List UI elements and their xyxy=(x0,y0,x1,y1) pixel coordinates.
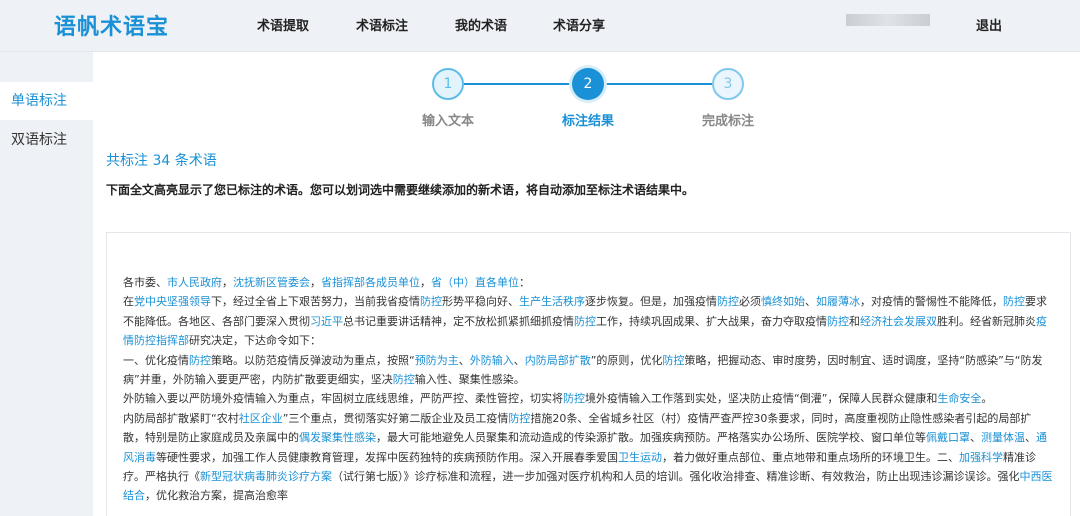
doc-text: ： xyxy=(519,276,530,289)
nav-my-terms[interactable]: 我的术语 xyxy=(455,15,507,34)
highlighted-term[interactable]: 测量体温 xyxy=(981,431,1025,444)
user-name-redacted xyxy=(846,14,930,26)
highlighted-term[interactable]: 党中央坚强领导 xyxy=(134,295,211,308)
sidebar-item-monolingual[interactable]: 单语标注 xyxy=(0,82,93,120)
doc-text: 外防输入要以严防境外疫情输入为重点，牢固树立底线思维，严防严控、柔性管控，切实将 xyxy=(123,392,563,406)
doc-text: ， xyxy=(420,276,431,289)
doc-text: ，优化救治方案，提高治愈率 xyxy=(145,489,288,503)
nav-term-annotation[interactable]: 术语标注 xyxy=(356,15,408,34)
step-connector-2 xyxy=(604,83,712,85)
doc-text: ，着力做好重点部位、重点地带和重点场所的环境卫生。二、 xyxy=(662,450,959,464)
doc-text: ”三个重点，贯彻落实好第二版企业及员工疫情 xyxy=(282,411,509,425)
highlighted-term[interactable]: 社区企业 xyxy=(239,412,283,425)
doc-text: 工作，持续巩固成果、扩大战果，奋力夺取疫情 xyxy=(596,314,827,328)
step-2-label: 标注结果 xyxy=(561,114,614,129)
doc-text: 和 xyxy=(849,314,860,328)
highlighted-term[interactable]: 新型冠状病毒肺炎诊疗方案 xyxy=(200,470,332,483)
top-navigation-bar: 语帆术语宝 术语提取 术语标注 我的术语 术语分享 退出 xyxy=(0,0,1080,52)
doc-paragraph: 内防局部扩散紧盯“农村社区企业”三个重点，贯彻落实好第二版企业及员工疫情防控措施… xyxy=(123,409,1053,506)
doc-text: 下，经过全省上下艰苦努力，当前我省疫情 xyxy=(211,295,420,309)
highlighted-term[interactable]: 省指挥部各成员单位 xyxy=(321,276,420,289)
annotated-document[interactable]: 各市委、市人民政府，沈抚新区管委会，省指挥部各成员单位，省（中）直各单位： 在党中… xyxy=(123,273,1053,506)
highlighted-term[interactable]: 卫生运动 xyxy=(618,451,662,464)
highlighted-term[interactable]: 生产生活秩序 xyxy=(519,295,585,308)
step-connector-1 xyxy=(464,83,572,85)
highlighted-term[interactable]: 防控 xyxy=(393,373,415,386)
doc-text: 、 xyxy=(805,295,816,309)
doc-text: ，最大可能地避免人员聚集和流动造成的传染源扩散。加强疾病预防。严格落实办公场所、… xyxy=(376,431,926,445)
doc-text: 总书记重要讲话精神，定不放松抓紧抓细抓疫情 xyxy=(343,314,574,328)
highlighted-term[interactable]: 省（中）直各单位 xyxy=(431,276,519,289)
highlighted-term[interactable]: 如履薄冰 xyxy=(816,295,860,308)
doc-paragraph: 一、优化疫情防控策略。以防范疫情反弹波动为重点，按照“预防为主、外防输入、内防局… xyxy=(123,351,1053,390)
highlighted-term[interactable]: 外防输入 xyxy=(470,354,514,367)
app-logo[interactable]: 语帆术语宝 xyxy=(54,9,169,41)
doc-text: 在 xyxy=(123,295,134,309)
highlighted-term[interactable]: 经济社会发展双 xyxy=(860,315,937,328)
annotated-text-box[interactable]: 各市委、市人民政府，沈抚新区管委会，省指挥部各成员单位，省（中）直各单位： 在党中… xyxy=(106,232,1071,516)
highlighted-term[interactable]: 慎终如始 xyxy=(761,295,805,308)
highlighted-term[interactable]: 防控 xyxy=(508,412,530,425)
highlighted-term[interactable]: 防控 xyxy=(574,315,596,328)
highlighted-term[interactable]: 内防局部扩散 xyxy=(525,354,591,367)
highlighted-term[interactable]: 生命安全 xyxy=(937,392,981,405)
highlighted-term[interactable]: 加强科学 xyxy=(959,451,1003,464)
step-1-label: 输入文本 xyxy=(421,114,474,129)
doc-text: 输入性、聚集性感染。 xyxy=(414,373,525,387)
doc-text: ， xyxy=(310,276,321,289)
highlighted-term[interactable]: 习近平 xyxy=(310,315,343,328)
doc-text: 形势平稳向好、 xyxy=(442,295,519,309)
doc-text: 、 xyxy=(970,431,981,445)
step-3-circle: 3 xyxy=(712,68,744,100)
highlighted-term[interactable]: 预防为主 xyxy=(415,354,459,367)
highlighted-term[interactable]: 防控 xyxy=(420,295,442,308)
doc-text: 内防局部扩散紧盯“农村 xyxy=(123,411,239,425)
doc-text: ， xyxy=(222,276,233,289)
doc-text: 一、优化疫情 xyxy=(123,353,189,367)
doc-paragraph: 各市委、市人民政府，沈抚新区管委会，省指挥部各成员单位，省（中）直各单位： xyxy=(123,273,1053,292)
doc-text: 研究决定，下达命令如下： xyxy=(189,334,321,348)
doc-text: 必须 xyxy=(739,295,761,309)
doc-paragraph: 外防输入要以严防境外疫情输入为重点，牢固树立底线思维，严防严控、柔性管控，切实将… xyxy=(123,389,1053,408)
highlighted-term[interactable]: 防控 xyxy=(563,392,585,405)
highlighted-term[interactable]: 防控 xyxy=(827,315,849,328)
highlighted-term[interactable]: 防控 xyxy=(662,354,684,367)
doc-text: 、 xyxy=(458,353,470,367)
doc-text: 、 xyxy=(1025,431,1036,445)
step-2-circle: 2 xyxy=(572,68,604,100)
highlighted-term[interactable]: 市人民政府 xyxy=(167,276,222,289)
doc-text: 。 xyxy=(981,392,993,406)
nav-term-extraction[interactable]: 术语提取 xyxy=(257,15,309,34)
doc-text: 策略。以防范疫情反弹波动为重点，按照“ xyxy=(211,353,415,367)
doc-text: 、 xyxy=(513,353,525,367)
instruction-text: 下面全文高亮显示了您已标注的术语。您可以划词选中需要继续添加的新术语，将自动添加… xyxy=(106,183,695,197)
doc-text: 境外疫情输入工作落到实处，坚决防止疫情“倒灌”，保障人民群众健康和 xyxy=(585,392,938,406)
doc-text: ，对疫情的警惕性不能降低， xyxy=(860,295,1003,309)
doc-text: 胜利。经省新冠肺炎 xyxy=(937,314,1036,328)
highlighted-term[interactable]: 沈抚新区管委会 xyxy=(233,276,310,289)
highlighted-term[interactable]: 佩戴口罩 xyxy=(926,431,970,444)
nav-term-sharing[interactable]: 术语分享 xyxy=(553,15,605,34)
doc-text: ”的原则，优化 xyxy=(590,353,663,367)
highlighted-term[interactable]: 防控 xyxy=(1003,295,1025,308)
doc-text: （试行第七版）》诊疗标准和流程，进一步加强对医疗机构和人员的培训。强化收治排查、… xyxy=(332,470,1020,484)
step-1-circle[interactable]: 1 xyxy=(432,68,464,100)
doc-text: 等硬性要求，加强工作人员健康教育管理，发挥中医药独特的疾病预防作用。深入开展春季… xyxy=(156,450,618,464)
step-3-label: 完成标注 xyxy=(701,114,754,129)
highlighted-term[interactable]: 偶发聚集性感染 xyxy=(299,431,376,444)
doc-text: 逐步恢复。但是，加强疫情 xyxy=(585,295,717,309)
sidebar-item-bilingual[interactable]: 双语标注 xyxy=(0,121,93,159)
highlighted-term[interactable]: 防控 xyxy=(189,354,211,367)
doc-paragraph: 在党中央坚强领导下，经过全省上下艰苦努力，当前我省疫情防控形势平稳向好、生产生活… xyxy=(123,292,1053,350)
highlighted-term[interactable]: 防控 xyxy=(717,295,739,308)
doc-text: 各市委、 xyxy=(123,276,167,289)
logout-link[interactable]: 退出 xyxy=(976,15,1002,34)
term-count: 共标注 34 条术语 xyxy=(106,153,217,169)
